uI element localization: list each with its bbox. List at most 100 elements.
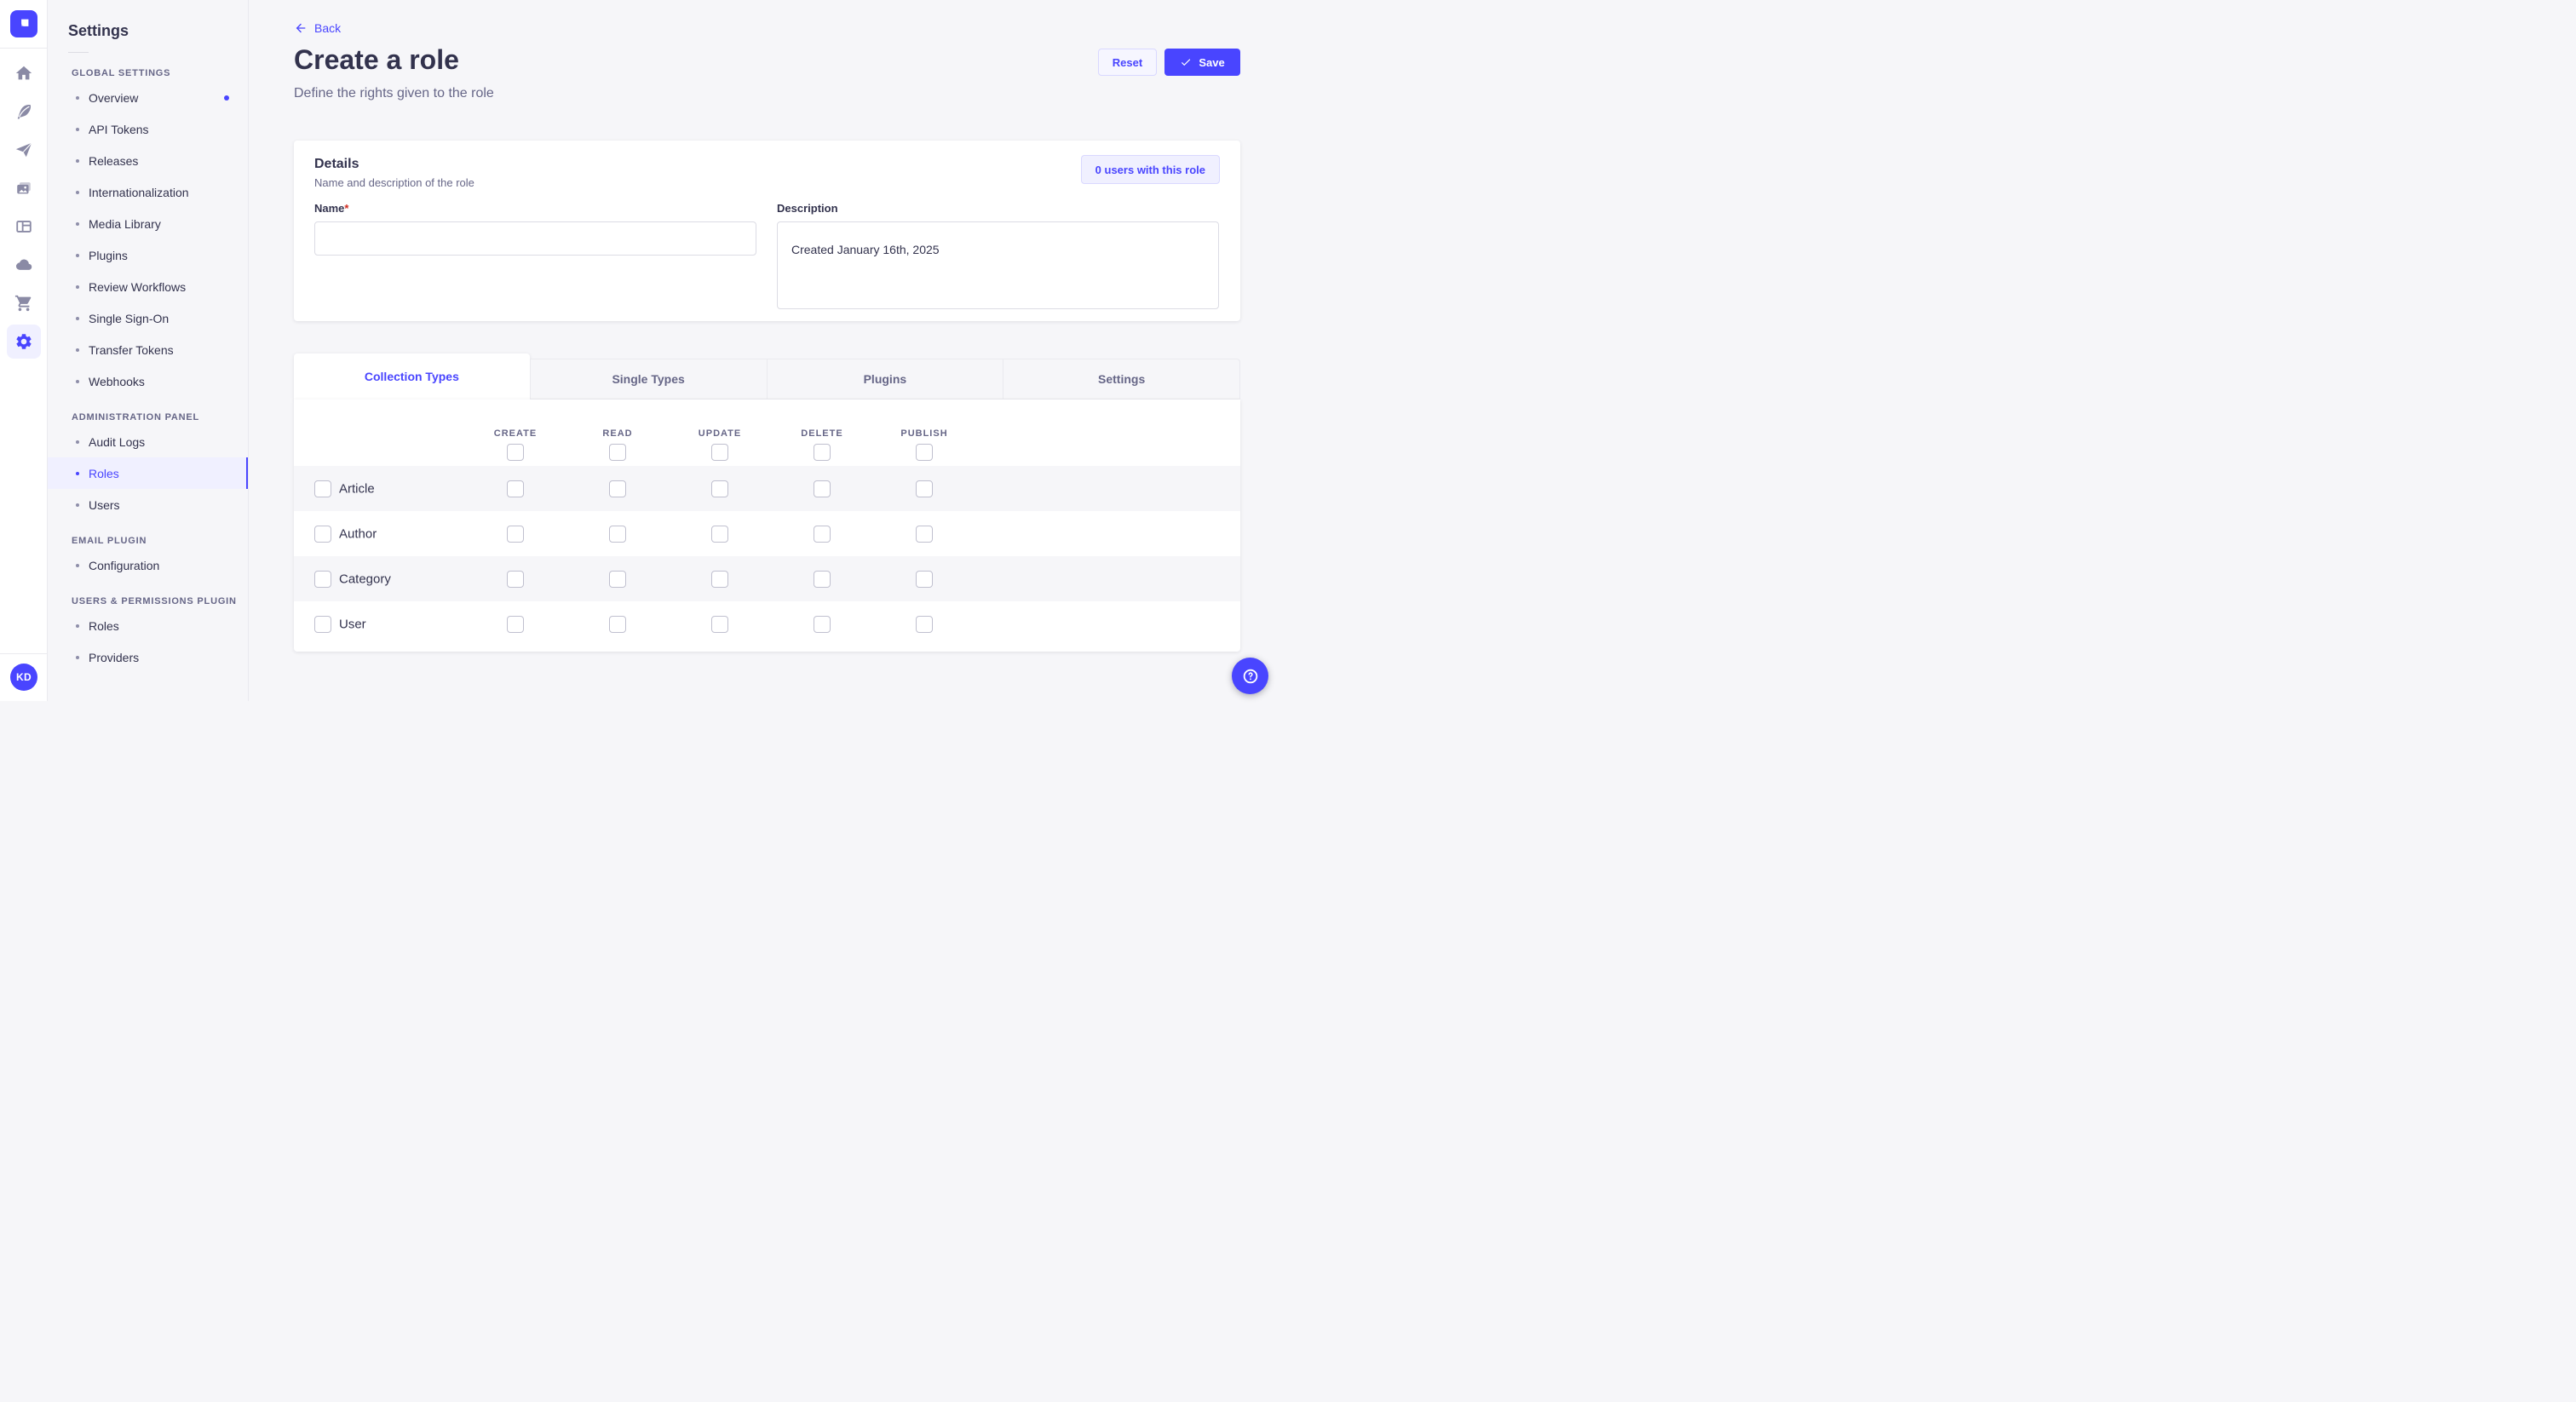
row-select-checkbox[interactable] [314, 480, 331, 497]
user-delete-checkbox[interactable] [814, 616, 831, 633]
save-button[interactable]: Save [1164, 49, 1240, 76]
page-title: Create a role [294, 44, 459, 76]
section-label: EMAIL PLUGIN [72, 536, 248, 546]
select-all-read-checkbox[interactable] [609, 444, 626, 461]
description-textarea[interactable]: Created January 16th, 2025 [777, 221, 1219, 309]
sidebar-item-configuration[interactable]: Configuration [48, 549, 248, 581]
sidebar-item-api-tokens[interactable]: API Tokens [48, 113, 248, 145]
bullet [76, 222, 79, 226]
author-delete-checkbox[interactable] [814, 526, 831, 543]
category-read-checkbox[interactable] [609, 571, 626, 588]
reset-button[interactable]: Reset [1098, 49, 1157, 76]
page-subtitle: Define the rights given to the role [294, 86, 494, 101]
tab-settings[interactable]: Settings [1003, 359, 1240, 399]
strapi-logo[interactable] [10, 10, 37, 37]
sidebar-item-plugins[interactable]: Plugins [48, 239, 248, 271]
category-update-checkbox[interactable] [711, 571, 728, 588]
category-publish-checkbox[interactable] [916, 571, 933, 588]
back-link[interactable]: Back [294, 21, 341, 35]
marketplace-cart-icon[interactable] [7, 286, 41, 320]
tab-collection-types[interactable]: Collection Types [294, 353, 530, 399]
section-email-plugin: EMAIL PLUGIN Configuration [48, 536, 248, 581]
author-publish-checkbox[interactable] [916, 526, 933, 543]
row-label: Category [339, 572, 391, 586]
deploy-cloud-icon[interactable] [7, 248, 41, 282]
main-content: Back Create a role Define the rights giv… [249, 0, 1288, 701]
sidebar-item-media-library[interactable]: Media Library [48, 208, 248, 239]
column-header-delete: DELETE [801, 428, 842, 439]
help-button[interactable] [1232, 658, 1268, 694]
column-header-update: UPDATE [699, 428, 741, 439]
category-create-checkbox[interactable] [507, 571, 524, 588]
column-header-publish: PUBLISH [900, 428, 947, 439]
sidebar-item-single-sign-on[interactable]: Single Sign-On [48, 302, 248, 334]
sidebar-item-providers[interactable]: Providers [48, 641, 248, 673]
row-label: Author [339, 526, 377, 541]
sidebar-item-overview[interactable]: Overview [48, 82, 248, 113]
description-label: Description [777, 202, 1219, 215]
tab-plugins[interactable]: Plugins [767, 359, 1003, 399]
tab-single-types[interactable]: Single Types [530, 359, 767, 399]
rail-icon-nav [0, 56, 48, 359]
section-administration-panel: ADMINISTRATION PANEL Audit Logs Roles Us… [48, 412, 248, 520]
permissions-table-header: CREATE READ UPDATE DELETE PUBLISH [294, 399, 1240, 466]
details-title: Details [314, 157, 359, 172]
content-type-builder-layout-icon[interactable] [7, 210, 41, 244]
user-update-checkbox[interactable] [711, 616, 728, 633]
sidebar-item-roles-admin[interactable]: Roles [48, 457, 248, 489]
settings-gear-icon[interactable] [7, 325, 41, 359]
bullet [76, 128, 79, 131]
notification-dot [224, 95, 229, 101]
bullet [76, 285, 79, 289]
row-select-checkbox[interactable] [314, 616, 331, 633]
section-label: GLOBAL SETTINGS [72, 68, 248, 78]
sidebar-item-users[interactable]: Users [48, 489, 248, 520]
subnav-title: Settings [68, 22, 248, 40]
article-delete-checkbox[interactable] [814, 480, 831, 497]
author-update-checkbox[interactable] [711, 526, 728, 543]
article-create-checkbox[interactable] [507, 480, 524, 497]
users-with-role-button[interactable]: 0 users with this role [1081, 155, 1220, 184]
permissions-tabs: Collection Types Single Types Plugins Se… [294, 353, 1240, 399]
rail-divider [0, 48, 48, 49]
sidebar-item-releases[interactable]: Releases [48, 145, 248, 176]
select-all-update-checkbox[interactable] [711, 444, 728, 461]
required-asterisk: * [344, 202, 348, 215]
sidebar-item-audit-logs[interactable]: Audit Logs [48, 426, 248, 457]
section-label: USERS & PERMISSIONS PLUGIN [72, 596, 248, 606]
description-field-group: Description Created January 16th, 2025 [777, 202, 1219, 313]
article-read-checkbox[interactable] [609, 480, 626, 497]
table-row-article: Article [294, 466, 1240, 511]
avatar[interactable]: KD [10, 664, 37, 691]
author-create-checkbox[interactable] [507, 526, 524, 543]
user-create-checkbox[interactable] [507, 616, 524, 633]
article-publish-checkbox[interactable] [916, 480, 933, 497]
category-delete-checkbox[interactable] [814, 571, 831, 588]
content-manager-feather-icon[interactable] [7, 95, 41, 129]
settings-subnav: Settings GLOBAL SETTINGS Overview API To… [48, 0, 249, 701]
sidebar-item-transfer-tokens[interactable]: Transfer Tokens [48, 334, 248, 365]
user-publish-checkbox[interactable] [916, 616, 933, 633]
media-library-icon[interactable] [7, 171, 41, 205]
strapi-logo-icon [15, 15, 32, 32]
row-select-checkbox[interactable] [314, 526, 331, 543]
sidebar-item-review-workflows[interactable]: Review Workflows [48, 271, 248, 302]
save-label: Save [1199, 56, 1224, 69]
select-all-publish-checkbox[interactable] [916, 444, 933, 461]
article-update-checkbox[interactable] [711, 480, 728, 497]
name-input[interactable] [314, 221, 756, 256]
row-label: Article [339, 481, 375, 496]
select-all-delete-checkbox[interactable] [814, 444, 831, 461]
sidebar-item-internationalization[interactable]: Internationalization [48, 176, 248, 208]
select-all-create-checkbox[interactable] [507, 444, 524, 461]
name-label: Name* [314, 202, 756, 215]
author-read-checkbox[interactable] [609, 526, 626, 543]
sidebar-item-webhooks[interactable]: Webhooks [48, 365, 248, 397]
release-paper-plane-icon[interactable] [7, 133, 41, 167]
table-row-user: User [294, 601, 1240, 646]
home-icon[interactable] [7, 56, 41, 90]
row-select-checkbox[interactable] [314, 571, 331, 588]
user-read-checkbox[interactable] [609, 616, 626, 633]
table-row-author: Author [294, 511, 1240, 556]
sidebar-item-roles-up[interactable]: Roles [48, 610, 248, 641]
